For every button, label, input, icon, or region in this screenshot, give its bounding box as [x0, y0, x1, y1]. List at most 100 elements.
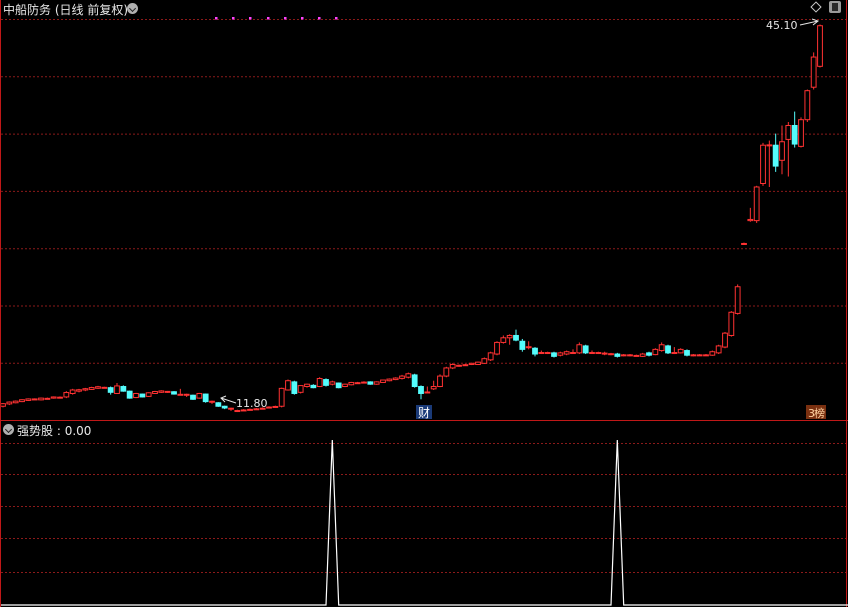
candle-body: [183, 393, 190, 396]
candle: [297, 385, 304, 394]
candle: [468, 362, 475, 366]
candle: [171, 391, 177, 395]
candle: [475, 361, 481, 366]
candle-body: [316, 378, 323, 388]
candle: [25, 398, 32, 402]
candle-body: [785, 124, 792, 140]
candle: [139, 393, 146, 398]
candle: [278, 387, 285, 408]
candle: [399, 374, 405, 380]
candle-body: [411, 374, 418, 388]
candle-body: [449, 363, 456, 369]
candle-body: [342, 383, 348, 388]
chart-header: 中船防务 (日线 前复权): [3, 1, 128, 18]
candle-body: [715, 345, 722, 354]
candle-body: [563, 351, 570, 355]
candle: [449, 363, 456, 370]
candle: [101, 386, 108, 389]
candle: [386, 378, 393, 382]
candle: [563, 350, 570, 356]
candle: [234, 409, 241, 413]
candle-body: [234, 410, 241, 413]
marker-dot: [301, 17, 304, 20]
indicator-header: 强势股 : 0.00: [17, 424, 92, 438]
candle: [627, 354, 633, 357]
candle-body: [25, 398, 32, 401]
candle: [152, 390, 158, 395]
candle-body: [500, 337, 507, 343]
candle-body: [76, 389, 82, 392]
candle-body: [107, 387, 114, 393]
candle: [367, 381, 374, 385]
candle-body: [139, 393, 146, 398]
candle-body: [196, 392, 203, 399]
candle: [595, 351, 602, 355]
candle-body: [608, 353, 614, 356]
candle-body: [456, 364, 462, 367]
candle-body: [278, 387, 285, 407]
candle-body: [506, 334, 513, 339]
candle-body: [582, 345, 589, 354]
candle-body: [424, 391, 431, 394]
candle-body: [772, 144, 779, 167]
candle-body: [367, 381, 374, 385]
candle: [63, 391, 70, 399]
candle: [557, 351, 564, 357]
candle-body: [57, 396, 63, 399]
finance-badge[interactable]: 财: [416, 405, 432, 420]
candle-body: [335, 382, 342, 389]
candle: [88, 386, 95, 390]
candle: [804, 89, 811, 123]
candle-body: [297, 385, 304, 393]
candle-body: [31, 398, 38, 401]
candle: [0, 402, 6, 408]
candle: [494, 341, 500, 356]
candle: [133, 392, 139, 399]
candle: [456, 364, 462, 367]
candle-body: [734, 286, 741, 314]
candle-body: [373, 381, 380, 385]
candle-body: [677, 348, 684, 354]
candle-body: [386, 378, 393, 382]
candle: [69, 388, 76, 395]
candle: [215, 402, 222, 407]
candle: [481, 357, 488, 364]
candle-body: [392, 377, 399, 381]
candle-body: [551, 352, 557, 357]
candle-body: [817, 25, 823, 67]
candle-body: [570, 352, 576, 355]
candle-body: [38, 397, 44, 401]
chevron-down-icon[interactable]: [127, 3, 138, 14]
candle: [652, 348, 659, 356]
candle-body: [684, 350, 690, 356]
candle: [753, 185, 760, 223]
candle: [544, 351, 551, 355]
candle: [798, 117, 804, 148]
candle: [316, 377, 323, 388]
window-icon[interactable]: [829, 1, 841, 13]
finance-badge-text: 财: [418, 406, 430, 420]
candle: [329, 380, 336, 386]
candle-body: [95, 386, 101, 389]
marker-dot: [318, 17, 321, 20]
indicator-name: 强势股: [17, 424, 54, 438]
candle: [665, 344, 671, 355]
candle: [164, 390, 171, 393]
candle-body: [639, 353, 646, 357]
candle-body: [405, 373, 412, 378]
candle-body: [633, 354, 640, 357]
candle-body: [804, 90, 811, 121]
candle: [190, 394, 196, 400]
candle-body: [50, 396, 57, 399]
candle-body: [462, 364, 469, 367]
stock-name: 中船防务: [3, 3, 52, 17]
candle-body: [354, 382, 361, 385]
candle-body: [126, 390, 133, 399]
candle-body: [272, 405, 279, 408]
candle-body: [766, 144, 773, 147]
rank-badge[interactable]: 3 榜: [806, 405, 826, 420]
candle: [551, 351, 557, 358]
candle-body: [601, 352, 608, 355]
marker-dot: [249, 17, 252, 20]
chevron-down-icon[interactable]: [3, 424, 14, 435]
